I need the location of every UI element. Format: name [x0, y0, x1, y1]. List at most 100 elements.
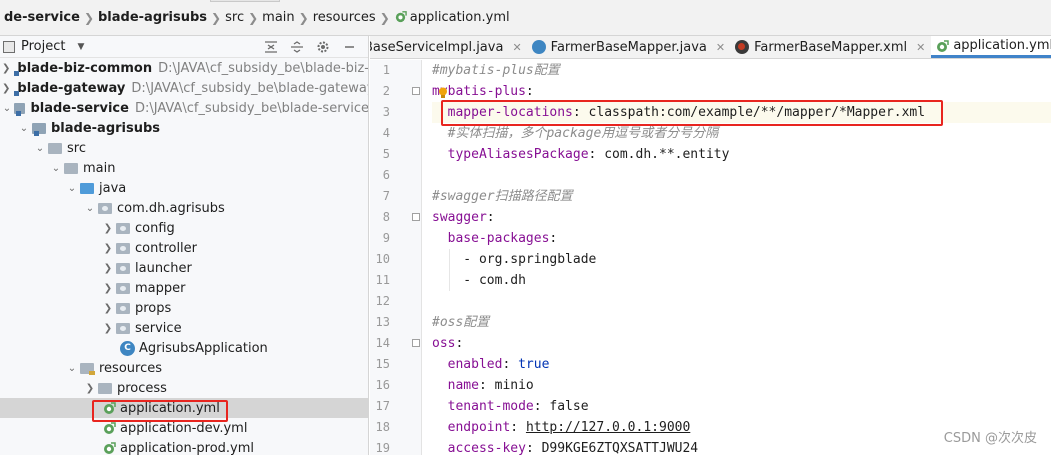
gear-icon[interactable] — [314, 38, 332, 56]
code-line[interactable] — [432, 165, 1051, 186]
breadcrumb-item[interactable]: blade-agrisubs — [94, 10, 211, 25]
tree-item-controller[interactable]: ❯ controller — [0, 238, 368, 258]
code-token: : false — [533, 399, 589, 414]
tab-farmer-base-mapper-java[interactable]: FarmerBaseMapper.java ✕ — [528, 36, 731, 58]
code-token: endpoint — [447, 420, 511, 435]
tree-item-launcher[interactable]: ❯ launcher — [0, 258, 368, 278]
code-token: #swagger扫描路径配置 — [432, 189, 573, 204]
tree-item-mapper[interactable]: ❯ mapper — [0, 278, 368, 298]
breadcrumb-item[interactable]: main — [258, 10, 298, 25]
tree-item-application-prod-yml[interactable]: application-prod.yml — [0, 438, 368, 455]
code-line[interactable]: #swagger扫描路径配置 — [432, 186, 1051, 207]
java-interface-icon — [531, 40, 546, 54]
close-icon[interactable]: ✕ — [716, 41, 725, 54]
code-line[interactable]: enabled: true — [432, 354, 1051, 375]
tree-item-blade-agrisubs[interactable]: ⌄ blade-agrisubs — [0, 118, 368, 138]
code-line[interactable]: #oss配置 — [432, 312, 1051, 333]
code-token: - com.dh — [432, 273, 526, 288]
tree-item-service[interactable]: ❯ service — [0, 318, 368, 338]
fold-marker-icon[interactable] — [412, 87, 420, 95]
chevron-right-icon[interactable]: ❯ — [102, 283, 114, 294]
chevron-right-icon[interactable]: ❯ — [84, 383, 96, 394]
tab-base-service-impl[interactable]: BaseServiceImpl.java ✕ — [370, 36, 528, 58]
chevron-right-icon[interactable]: ❯ — [102, 223, 114, 234]
code-line[interactable]: oss: — [432, 333, 1051, 354]
breadcrumb-item[interactable]: resources — [309, 10, 380, 25]
line-number: 15 — [375, 357, 390, 371]
chevron-down-icon[interactable]: ⌄ — [2, 103, 12, 114]
chevron-right-icon[interactable]: ❯ — [2, 83, 10, 94]
tree-item-blade-biz-common[interactable]: ❯ blade-biz-common D:\JAVA\cf_subsidy_be… — [0, 58, 368, 78]
tree-item-label: application-dev.yml — [120, 420, 248, 436]
collapse-all-icon[interactable] — [262, 38, 280, 56]
tree-item-label: props — [135, 300, 172, 316]
chevron-right-icon[interactable]: ❯ — [102, 303, 114, 314]
code-line[interactable]: swagger: — [432, 207, 1051, 228]
close-icon[interactable]: ✕ — [916, 41, 925, 54]
tab-application-yml[interactable]: application.yml ✕ — [931, 36, 1051, 58]
chevron-down-icon[interactable]: ⌄ — [34, 143, 46, 154]
chevron-down-icon[interactable]: ⌄ — [66, 363, 78, 374]
tree-item-package[interactable]: ⌄ com.dh.agrisubs — [0, 198, 368, 218]
tree-item-src[interactable]: ⌄ src — [0, 138, 368, 158]
code-line[interactable]: base-packages: — [432, 228, 1051, 249]
breadcrumb-item[interactable]: de-service — [0, 10, 84, 25]
breadcrumb-item[interactable]: application.yml — [390, 10, 514, 25]
chevron-down-icon[interactable]: ⌄ — [66, 183, 78, 194]
code-token: tenant-mode — [447, 399, 534, 414]
tree-item-path: D:\JAVA\cf_subsidy_be\blade-gateway — [131, 80, 369, 96]
code-token: enabled — [447, 357, 503, 372]
package-icon — [116, 242, 130, 254]
line-number: 1 — [382, 63, 390, 77]
tree-item-resources[interactable]: ⌄ resources — [0, 358, 368, 378]
code-line[interactable]: name: minio — [432, 375, 1051, 396]
yaml-file-icon — [395, 11, 407, 23]
tree-item-label: src — [67, 140, 86, 156]
code-token: name — [447, 378, 479, 393]
code-line[interactable]: typeAliasesPackage: com.dh.**.entity — [432, 144, 1051, 165]
chevron-right-icon[interactable]: ❯ — [102, 263, 114, 274]
close-icon[interactable]: ✕ — [512, 41, 521, 54]
fold-marker-icon[interactable] — [412, 213, 420, 221]
code-line[interactable]: - com.dh — [432, 270, 1051, 291]
tree-item-process[interactable]: ❯ process — [0, 378, 368, 398]
tree-item-config[interactable]: ❯ config — [0, 218, 368, 238]
project-panel-title[interactable]: Project — [21, 39, 65, 54]
module-folder-icon — [13, 102, 26, 116]
tree-item-label: controller — [135, 240, 198, 256]
code-line[interactable]: mybatis-plus: — [432, 81, 1051, 102]
tab-farmer-base-mapper-xml[interactable]: FarmerBaseMapper.xml ✕ — [731, 36, 931, 58]
module-folder-icon — [32, 122, 46, 136]
tab-label: FarmerBaseMapper.xml — [754, 39, 908, 55]
expand-all-icon[interactable] — [288, 38, 306, 56]
chevron-down-icon[interactable]: ⌄ — [84, 203, 96, 214]
chevron-right-icon[interactable]: ❯ — [102, 243, 114, 254]
tree-item-blade-gateway[interactable]: ❯ blade-gateway D:\JAVA\cf_subsidy_be\bl… — [0, 78, 369, 98]
tree-item-main[interactable]: ⌄ main — [0, 158, 368, 178]
chevron-right-icon[interactable]: ❯ — [102, 323, 114, 334]
tree-item-label: com.dh.agrisubs — [117, 200, 225, 216]
chevron-right-icon[interactable]: ❯ — [2, 63, 10, 74]
minimize-icon[interactable] — [340, 38, 358, 56]
chevron-down-icon[interactable]: ⌄ — [18, 123, 30, 134]
project-panel-header: Project ▼ — [0, 36, 368, 58]
tree-item-props[interactable]: ❯ props — [0, 298, 368, 318]
code-line[interactable] — [432, 291, 1051, 312]
chevron-down-icon[interactable]: ▼ — [77, 42, 84, 52]
tree-item-label: blade-agrisubs — [51, 120, 161, 136]
java-class-icon: C — [120, 340, 135, 356]
chevron-down-icon[interactable]: ⌄ — [50, 163, 62, 174]
code-line[interactable]: - org.springblade — [432, 249, 1051, 270]
code-line[interactable]: #实体扫描，多个package用逗号或者分号分隔 — [432, 123, 1051, 144]
breadcrumb-item[interactable]: src — [221, 10, 248, 25]
tree-item-agrisubs-application[interactable]: C AgrisubsApplication — [0, 338, 368, 358]
code-line[interactable]: #mybatis-plus配置 — [432, 60, 1051, 81]
code-line[interactable]: tenant-mode: false — [432, 396, 1051, 417]
line-number-gutter[interactable]: 1 2 3 4 5 6 7 8 9 10 11 12 13 14 15 16 17 18 19 — [370, 60, 422, 455]
tree-item-blade-service[interactable]: ⌄ blade-service D:\JAVA\cf_subsidy_be\bl… — [0, 98, 368, 118]
code-token: : — [486, 210, 495, 225]
intention-bulb-icon[interactable] — [438, 87, 448, 99]
fold-marker-icon[interactable] — [412, 339, 420, 347]
tree-item-java[interactable]: ⌄ java — [0, 178, 368, 198]
